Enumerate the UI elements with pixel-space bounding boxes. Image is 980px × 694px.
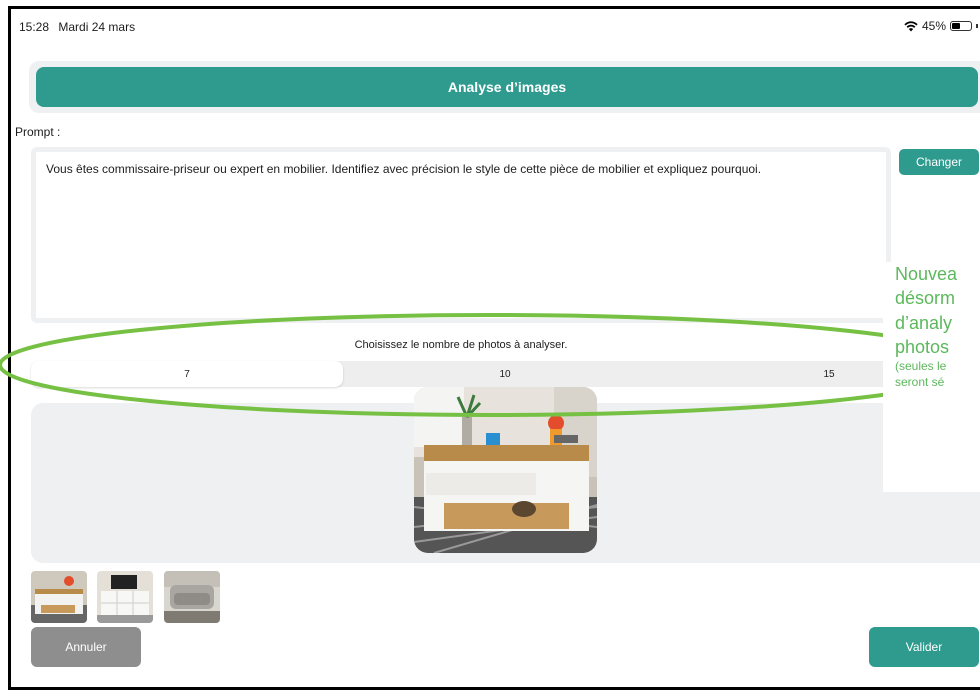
battery-icon xyxy=(950,21,972,31)
annotation-callout: Nouvea désorm d’analy photos (seules le … xyxy=(883,262,980,492)
annotation-line-5: (seules le xyxy=(895,359,947,374)
photo-count-selector[interactable]: 7 10 15 xyxy=(31,361,980,387)
thumbnail-1[interactable] xyxy=(31,571,87,623)
status-right: 45% xyxy=(904,19,978,33)
photo-count-label: Choisissez le nombre de photos à analyse… xyxy=(354,339,568,351)
wifi-icon xyxy=(904,20,918,31)
change-prompt-button[interactable]: Changer xyxy=(899,149,979,175)
status-date: Mardi 24 mars xyxy=(58,20,136,34)
prompt-textarea[interactable]: Vous êtes commissaire-priseur ou expert … xyxy=(31,147,891,323)
segment-7[interactable]: 7 xyxy=(31,361,343,387)
status-time: 15:28 xyxy=(19,20,50,34)
status-bar: 15:28 Mardi 24 mars 45% xyxy=(11,9,980,39)
thumbnail-2[interactable] xyxy=(97,571,153,623)
thumbnail-2-image xyxy=(97,571,153,623)
prompt-label: Prompt : xyxy=(15,125,61,139)
living-room-photo xyxy=(414,387,597,553)
validate-button[interactable]: Valider xyxy=(869,627,979,667)
thumbnail-3-image xyxy=(164,571,220,623)
thumbnail-3[interactable] xyxy=(164,571,220,623)
segment-10[interactable]: 10 xyxy=(343,361,667,387)
annotation-line-4: photos xyxy=(895,336,950,357)
annotation-line-3: d’analy xyxy=(895,312,953,333)
cancel-button[interactable]: Annuler xyxy=(31,627,141,667)
battery-percent: 45% xyxy=(921,19,946,33)
annotation-line-1: Nouvea xyxy=(895,264,958,284)
main-photo[interactable] xyxy=(414,387,597,553)
ipad-screen: 15:28 Mardi 24 mars 45% Analyse d’images… xyxy=(8,6,980,690)
battery-cap xyxy=(976,24,978,28)
annotation-line-6: seront sé xyxy=(895,374,945,389)
status-left: 15:28 Mardi 24 mars xyxy=(19,20,141,34)
page-title: Analyse d’images xyxy=(36,67,978,107)
annotation-line-2: désorm xyxy=(895,288,956,309)
thumbnail-1-image xyxy=(31,571,87,623)
